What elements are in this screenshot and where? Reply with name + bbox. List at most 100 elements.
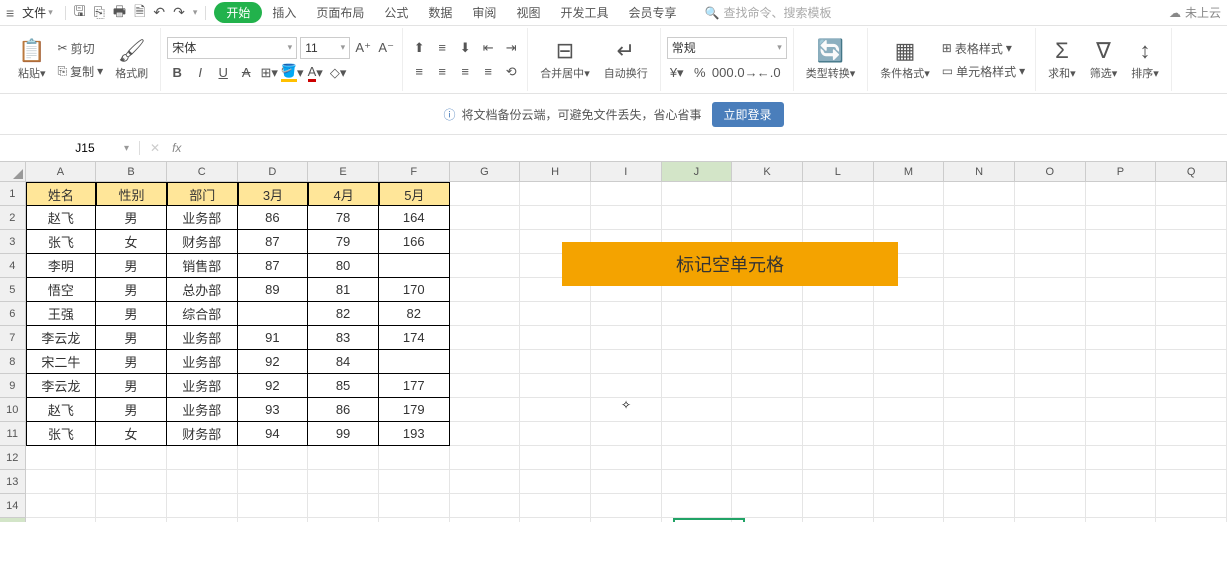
increase-font-icon[interactable]: A⁺ — [353, 38, 373, 58]
cell[interactable] — [26, 494, 97, 518]
select-all-corner[interactable] — [0, 162, 26, 181]
cell[interactable] — [450, 230, 521, 254]
cell[interactable] — [379, 446, 450, 470]
open-icon[interactable]: ⎘ — [94, 4, 105, 21]
cell[interactable] — [26, 470, 97, 494]
wrap-button[interactable]: ↵自动换行 — [598, 38, 654, 81]
cell[interactable] — [803, 518, 874, 522]
cell[interactable]: 4月 — [308, 182, 379, 206]
cell[interactable] — [662, 182, 733, 206]
font-name-combo[interactable]: 宋体▾ — [167, 37, 297, 59]
row-header[interactable]: 14 — [0, 494, 26, 518]
cell[interactable]: 84 — [308, 350, 379, 374]
align-bottom-icon[interactable]: ⬇ — [455, 38, 475, 58]
cell[interactable] — [96, 494, 167, 518]
row-header[interactable]: 7 — [0, 326, 26, 350]
cell[interactable] — [944, 422, 1015, 446]
col-G[interactable]: G — [450, 162, 521, 181]
cell[interactable]: 男 — [96, 374, 167, 398]
name-box[interactable]: ▾ — [0, 141, 140, 155]
cell[interactable]: 193 — [379, 422, 450, 446]
cell[interactable]: 男 — [96, 326, 167, 350]
cell[interactable] — [732, 374, 803, 398]
cell[interactable]: 166 — [379, 230, 450, 254]
cell[interactable] — [238, 494, 309, 518]
cell[interactable] — [379, 350, 450, 374]
row-header[interactable]: 5 — [0, 278, 26, 302]
strike-button[interactable]: A — [236, 63, 256, 83]
cell[interactable]: 女 — [96, 422, 167, 446]
cell[interactable]: 部门 — [167, 182, 238, 206]
cell[interactable] — [1156, 374, 1227, 398]
percent-icon[interactable]: % — [690, 63, 710, 83]
cell[interactable] — [1156, 326, 1227, 350]
cell[interactable] — [1015, 350, 1086, 374]
cell[interactable] — [1015, 398, 1086, 422]
cell[interactable]: 销售部 — [167, 254, 238, 278]
row-header[interactable]: 12 — [0, 446, 26, 470]
row-header[interactable]: 1 — [0, 182, 26, 206]
cell[interactable] — [1015, 446, 1086, 470]
cell[interactable] — [944, 446, 1015, 470]
cell[interactable] — [1015, 326, 1086, 350]
col-N[interactable]: N — [944, 162, 1015, 181]
cell[interactable] — [874, 302, 945, 326]
cell[interactable]: 85 — [308, 374, 379, 398]
cell[interactable] — [520, 470, 591, 494]
col-M[interactable]: M — [874, 162, 945, 181]
cell[interactable] — [874, 182, 945, 206]
cell[interactable] — [591, 206, 662, 230]
cell[interactable]: 性别 — [96, 182, 167, 206]
cell[interactable] — [732, 422, 803, 446]
underline-button[interactable]: U — [213, 63, 233, 83]
cell[interactable]: 财务部 — [167, 422, 238, 446]
namebox-dropdown-icon[interactable]: ▾ — [124, 143, 129, 154]
cell[interactable]: 83 — [308, 326, 379, 350]
cell[interactable] — [662, 326, 733, 350]
tab-insert[interactable]: 插入 — [262, 0, 306, 25]
cell[interactable]: 李明 — [26, 254, 97, 278]
copy-button[interactable]: ⎘复制▾ — [54, 61, 108, 82]
cell[interactable] — [167, 494, 238, 518]
cell[interactable] — [238, 470, 309, 494]
preview-icon[interactable]: 🗎 — [134, 1, 145, 25]
row-header[interactable]: 10 — [0, 398, 26, 422]
cell[interactable]: 99 — [308, 422, 379, 446]
cell[interactable] — [732, 182, 803, 206]
col-C[interactable]: C — [167, 162, 238, 181]
cell[interactable]: 91 — [238, 326, 309, 350]
cell[interactable] — [450, 422, 521, 446]
redo-icon[interactable]: ↷ — [173, 4, 185, 21]
cell[interactable]: 80 — [308, 254, 379, 278]
tab-review[interactable]: 审阅 — [462, 0, 506, 25]
cell[interactable] — [450, 470, 521, 494]
sum-button[interactable]: Σ求和▾ — [1042, 38, 1082, 81]
table-style-button[interactable]: ⊞表格样式▾ — [938, 38, 1029, 59]
tab-vip[interactable]: 会员专享 — [618, 0, 686, 25]
cell-ref-input[interactable] — [50, 141, 120, 155]
font-color-button[interactable]: A▾ — [305, 63, 325, 83]
font-size-combo[interactable]: 11▾ — [300, 37, 350, 59]
col-D[interactable]: D — [238, 162, 309, 181]
cell[interactable]: 94 — [238, 422, 309, 446]
cell[interactable] — [167, 446, 238, 470]
cell[interactable] — [874, 350, 945, 374]
cell[interactable]: 92 — [238, 350, 309, 374]
spreadsheet-grid[interactable]: A B C D E F G H I J K L M N O P Q 1姓名性别部… — [0, 162, 1227, 522]
cell[interactable] — [1086, 398, 1157, 422]
align-left-icon[interactable]: ≡ — [409, 62, 429, 82]
cell[interactable] — [803, 470, 874, 494]
cell[interactable] — [520, 206, 591, 230]
cell[interactable] — [1156, 278, 1227, 302]
cell[interactable]: 男 — [96, 302, 167, 326]
cell[interactable] — [1086, 302, 1157, 326]
cell[interactable] — [803, 350, 874, 374]
cell[interactable] — [874, 326, 945, 350]
cell[interactable] — [803, 182, 874, 206]
cell[interactable] — [1156, 302, 1227, 326]
cell[interactable] — [662, 374, 733, 398]
cell[interactable] — [520, 182, 591, 206]
cell[interactable] — [450, 326, 521, 350]
cloud-status[interactable]: ☁ 未上云 — [1169, 4, 1221, 21]
sort-button[interactable]: ↕排序▾ — [1125, 38, 1165, 81]
